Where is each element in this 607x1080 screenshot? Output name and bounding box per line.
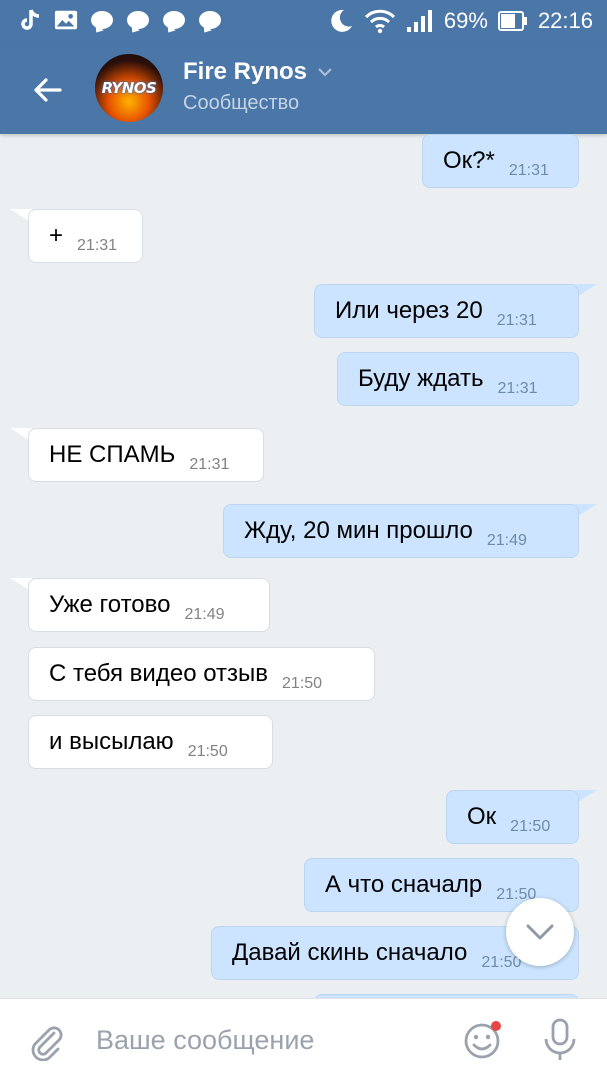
chat-subtitle: Сообщество bbox=[183, 92, 300, 114]
notification-icons bbox=[18, 8, 222, 32]
chat-bubble-icon bbox=[198, 8, 222, 32]
community-name: Fire Rynos bbox=[183, 58, 308, 85]
message-text: А что сначалр bbox=[325, 871, 483, 898]
wifi-icon bbox=[364, 9, 395, 34]
status-bar: 69% 22:16 bbox=[0, 0, 607, 44]
clock: 22:16 bbox=[537, 8, 593, 33]
message-incoming[interactable]: Уже готово 21:49 bbox=[28, 578, 270, 632]
message-time: 21:50 bbox=[282, 675, 323, 692]
message-incoming[interactable]: НЕ СПАМЬ 21:31 bbox=[28, 428, 264, 482]
message-outgoing[interactable]: Жду, 20 мин прошло 21:49 bbox=[223, 504, 579, 558]
battery-percent: 69% bbox=[443, 8, 488, 33]
signal-icon bbox=[406, 10, 432, 32]
message-time: 21:31 bbox=[189, 456, 230, 473]
message-time: 21:50 bbox=[481, 954, 522, 971]
message-text: Давай скинь сначало bbox=[232, 939, 468, 966]
message-text: Ок?* bbox=[443, 147, 495, 174]
message-time: 21:31 bbox=[77, 237, 118, 254]
message-text: и высылаю bbox=[49, 728, 174, 755]
chat-title[interactable]: Fire Rynos bbox=[183, 58, 333, 86]
back-arrow-icon bbox=[34, 78, 62, 102]
message-time: 21:49 bbox=[486, 532, 527, 549]
message-outgoing[interactable]: Ок 21:50 bbox=[446, 790, 579, 844]
system-icons: 69% 22:16 bbox=[328, 8, 593, 34]
message-time: 21:31 bbox=[497, 380, 538, 397]
attach-icon bbox=[31, 1026, 63, 1062]
emoji-icon bbox=[464, 1021, 501, 1059]
chat-bubble-icon bbox=[90, 8, 114, 32]
avatar-logo-text: RYNOS bbox=[101, 79, 157, 97]
community-avatar[interactable]: RYNOS bbox=[95, 54, 163, 122]
message-time: 21:49 bbox=[184, 606, 225, 623]
message-time: 21:31 bbox=[496, 312, 537, 329]
back-button[interactable] bbox=[30, 72, 66, 108]
attach-button[interactable] bbox=[28, 1021, 64, 1062]
message-input[interactable]: Ваше сообщение bbox=[96, 1025, 314, 1056]
message-outgoing[interactable]: Буду ждать 21:31 bbox=[337, 352, 579, 406]
chat-header: RYNOS Fire Rynos Сообщество bbox=[0, 44, 607, 134]
message-list[interactable]: Ок?* 21:31 + 21:31 Или через 20 21:31 Бу… bbox=[0, 134, 607, 998]
message-text: С тебя видео отзыв bbox=[49, 660, 269, 687]
message-text: Или через 20 bbox=[335, 297, 483, 324]
moon-icon bbox=[331, 9, 352, 32]
message-incoming[interactable]: + 21:31 bbox=[28, 209, 143, 263]
message-text: Буду ждать bbox=[358, 365, 484, 392]
message-time: 21:31 bbox=[508, 162, 549, 179]
chat-bubble-icon bbox=[162, 8, 186, 32]
message-outgoing[interactable]: Ок?* 21:31 bbox=[422, 134, 579, 188]
message-text: Жду, 20 мин прошло bbox=[244, 517, 473, 544]
message-outgoing[interactable]: Или через 20 21:31 bbox=[314, 284, 579, 338]
chat-bubble-icon bbox=[126, 8, 150, 32]
message-time: 21:50 bbox=[510, 818, 551, 835]
mic-icon bbox=[544, 1018, 576, 1060]
scroll-to-bottom-button[interactable] bbox=[506, 898, 574, 966]
tiktok-icon bbox=[18, 8, 42, 32]
gallery-icon bbox=[54, 8, 78, 32]
message-text: + bbox=[49, 222, 64, 249]
message-time: 21:50 bbox=[187, 743, 228, 760]
voice-message-button[interactable] bbox=[540, 1017, 580, 1063]
emoji-button[interactable] bbox=[462, 1019, 504, 1061]
battery-icon bbox=[497, 11, 527, 31]
chevron-down-icon bbox=[526, 924, 554, 940]
message-composer: Ваше сообщение bbox=[0, 998, 607, 1080]
message-text: Уже готово bbox=[49, 591, 171, 618]
message-incoming[interactable]: и высылаю 21:50 bbox=[28, 715, 273, 769]
message-text: НЕ СПАМЬ bbox=[49, 441, 176, 468]
chevron-down-icon bbox=[318, 68, 332, 77]
message-text: Ок bbox=[467, 803, 497, 830]
message-incoming[interactable]: С тебя видео отзыв 21:50 bbox=[28, 647, 375, 701]
